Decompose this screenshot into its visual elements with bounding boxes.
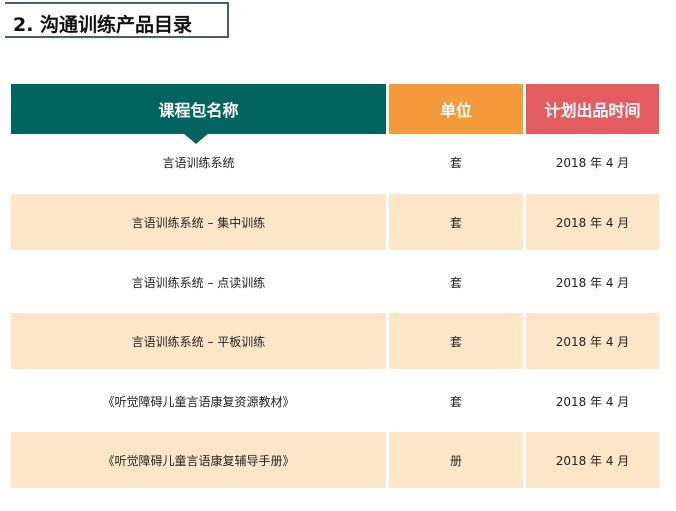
row-name: 言语训练系统 – 点读训练 xyxy=(131,275,266,290)
table-row: 言语训练系统 – 集中训练 套 2018 年 4 月 xyxy=(11,194,659,250)
table-row: 《听觉障碍儿童言语康复辅导手册》 册 2018 年 4 月 xyxy=(11,432,659,488)
row-unit: 套 xyxy=(449,275,462,290)
row-unit: 套 xyxy=(449,394,462,409)
row-name: 言语训练系统 – 平板训练 xyxy=(11,313,386,369)
row-date: 2018 年 4 月 xyxy=(526,194,659,250)
header-planned-release-time: 计划出品时间 xyxy=(526,84,659,134)
table-header: 课程包名称 单位 计划出品时间 xyxy=(11,84,659,144)
header-course-package-name: 课程包名称 xyxy=(11,84,386,134)
table-row: 言语训练系统 套 2018 年 4 月 xyxy=(11,134,659,190)
row-unit: 册 xyxy=(389,432,523,488)
row-date: 2018 年 4 月 xyxy=(526,432,659,488)
row-date: 2018 年 4 月 xyxy=(526,313,659,369)
row-unit: 套 xyxy=(389,194,523,250)
row-unit: 套 xyxy=(449,155,462,170)
section-title: 2. 沟通训练产品目录 xyxy=(13,14,193,36)
table-row: 言语训练系统 – 平板训练 套 2018 年 4 月 xyxy=(11,313,659,369)
table-row: 言语训练系统 – 点读训练 套 2018 年 4 月 xyxy=(11,254,659,310)
row-date: 2018 年 4 月 xyxy=(555,155,630,170)
row-unit: 套 xyxy=(389,313,523,369)
table-row: 《听觉障碍儿童言语康复资源教材》 套 2018 年 4 月 xyxy=(11,373,659,429)
section-title-box: 2. 沟通训练产品目录 xyxy=(5,2,229,38)
row-name: 《听觉障碍儿童言语康复辅导手册》 xyxy=(11,432,386,488)
row-name: 《听觉障碍儿童言语康复资源教材》 xyxy=(102,394,295,409)
header-unit: 单位 xyxy=(389,84,523,134)
row-name: 言语训练系统 – 集中训练 xyxy=(11,194,386,250)
row-date: 2018 年 4 月 xyxy=(555,394,630,409)
row-date: 2018 年 4 月 xyxy=(555,275,630,290)
row-name: 言语训练系统 xyxy=(162,155,235,170)
